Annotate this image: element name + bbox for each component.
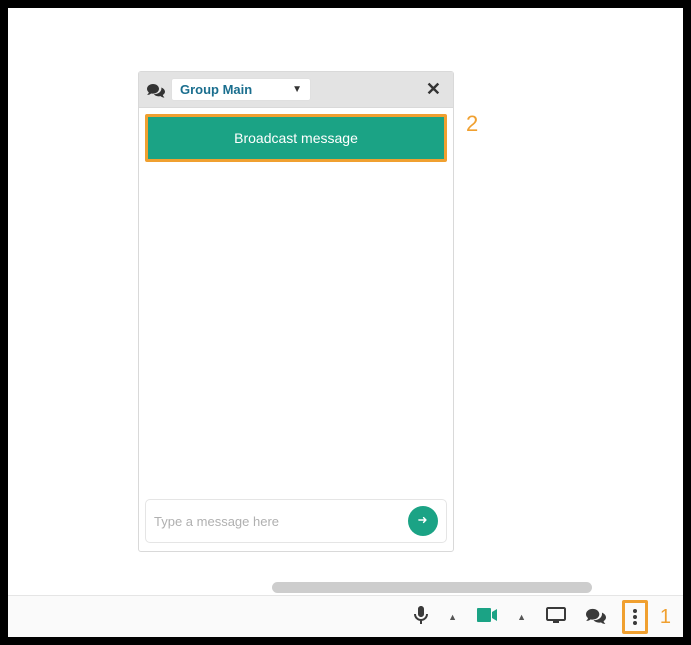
group-selected-label: Group Main [180, 82, 252, 97]
annotation-highlight-1 [622, 600, 648, 634]
caret-up-icon: ▲ [448, 612, 457, 622]
microphone-button[interactable] [410, 602, 432, 631]
chat-bubbles-icon [586, 607, 606, 627]
chat-header: Group Main ▼ ✕ [139, 72, 453, 108]
close-button[interactable]: ✕ [422, 79, 445, 100]
caret-down-icon: ▼ [292, 84, 302, 95]
video-button[interactable] [473, 604, 501, 629]
video-options-button[interactable]: ▲ [513, 608, 530, 626]
broadcast-message-button[interactable]: Broadcast message [148, 117, 444, 159]
message-input-row [145, 499, 447, 543]
chat-button[interactable] [582, 603, 610, 631]
annotation-highlight-2: Broadcast message [145, 114, 447, 162]
horizontal-scrollbar[interactable] [272, 582, 592, 593]
screen-share-button[interactable] [542, 603, 570, 630]
chat-panel: Group Main ▼ ✕ Broadcast message [138, 71, 454, 552]
bottom-toolbar: ▲ ▲ [8, 595, 683, 637]
message-input[interactable] [154, 514, 408, 529]
send-button[interactable] [408, 506, 438, 536]
caret-up-icon: ▲ [517, 612, 526, 622]
microphone-options-button[interactable]: ▲ [444, 608, 461, 626]
close-icon: ✕ [426, 79, 441, 99]
chat-messages-area [145, 164, 447, 499]
group-selector-dropdown[interactable]: Group Main ▼ [171, 78, 311, 101]
chat-bubbles-icon [147, 82, 165, 98]
annotation-label-2: 2 [466, 111, 478, 137]
microphone-icon [414, 606, 428, 627]
kebab-menu-icon [633, 609, 637, 625]
chat-body: Broadcast message [139, 108, 453, 551]
screen-icon [546, 607, 566, 626]
more-options-button[interactable] [629, 605, 641, 629]
annotation-label-1: 1 [660, 606, 671, 629]
video-camera-icon [477, 608, 497, 625]
arrow-right-icon [416, 513, 430, 530]
